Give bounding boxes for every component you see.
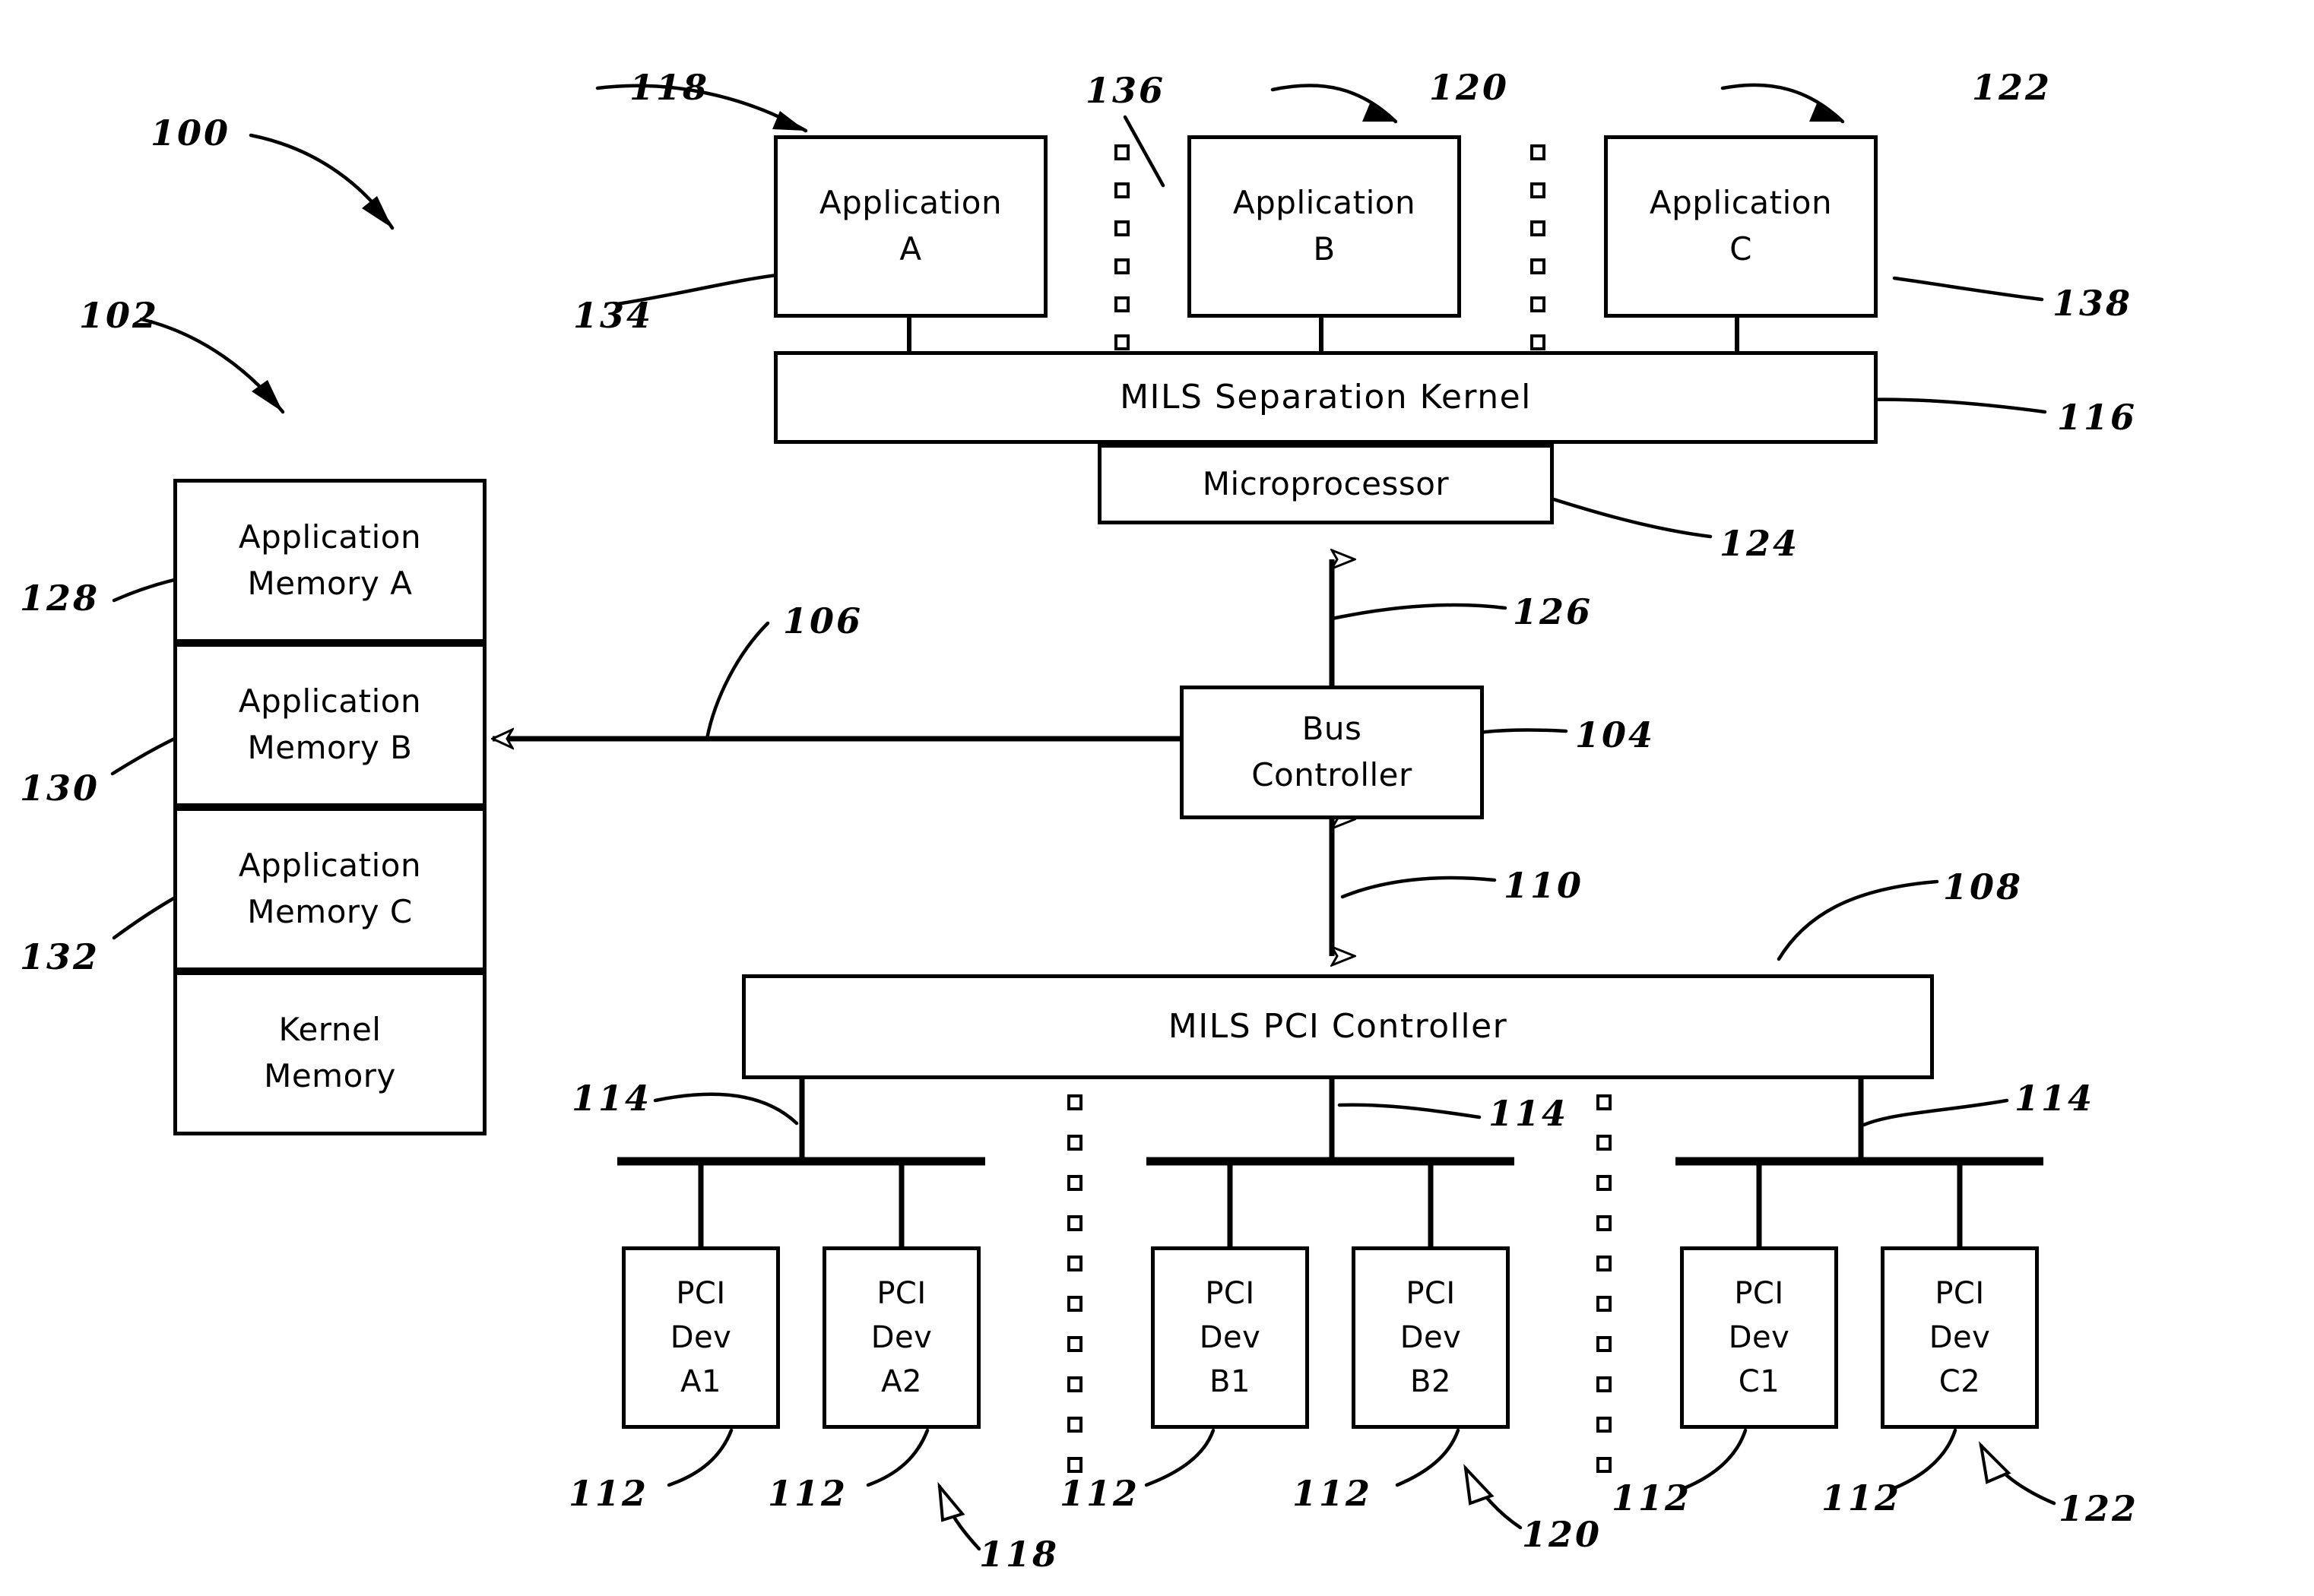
ref-138: 138 — [2052, 283, 2133, 324]
application-memory-b-box[interactable]: Application Memory B — [173, 643, 487, 807]
application-memory-c-box[interactable]: Application Memory C — [173, 807, 487, 971]
application-a-label: Application A — [819, 184, 1003, 268]
pci-dev-b1-label: PCI Dev B1 — [1199, 1276, 1261, 1399]
ref-116: 116 — [2057, 397, 2138, 438]
ref-118-top: 118 — [629, 67, 710, 108]
ref-110: 110 — [1504, 865, 1584, 906]
ref-120-top: 120 — [1429, 67, 1510, 108]
ref-118-bottom: 118 — [979, 1534, 1060, 1575]
ref-136: 136 — [1086, 70, 1166, 111]
ref-106: 106 — [783, 600, 864, 641]
mils-separation-kernel-label: MILS Separation Kernel — [1120, 378, 1532, 417]
kernel-memory-label: Kernel Memory — [264, 1011, 396, 1094]
pci-dev-c2-label: PCI Dev C2 — [1929, 1276, 1991, 1399]
ref-112-b1: 112 — [1060, 1473, 1140, 1514]
ref-126: 126 — [1513, 591, 1593, 632]
kernel-memory-box[interactable]: Kernel Memory — [173, 971, 487, 1135]
separation-column-ab-top — [1114, 144, 1130, 350]
separation-column-bc-top — [1530, 144, 1545, 350]
application-b-label: Application B — [1232, 184, 1416, 268]
ref-122-bottom: 122 — [2059, 1488, 2139, 1529]
mils-pci-controller-label: MILS PCI Controller — [1168, 1007, 1508, 1047]
mils-pci-controller-box[interactable]: MILS PCI Controller — [742, 974, 1934, 1079]
bus-controller-label: Bus Controller — [1251, 710, 1412, 793]
ref-112-c2: 112 — [1821, 1477, 1902, 1518]
separation-column-ab-bottom — [1067, 1094, 1083, 1473]
ref-132: 132 — [20, 936, 100, 977]
ref-128: 128 — [20, 578, 100, 619]
ref-104: 104 — [1575, 714, 1656, 755]
ref-102: 102 — [79, 295, 160, 336]
pci-dev-b2-label: PCI Dev B2 — [1399, 1276, 1462, 1399]
bus-controller-box[interactable]: Bus Controller — [1180, 686, 1484, 819]
mils-separation-kernel-box[interactable]: MILS Separation Kernel — [774, 351, 1878, 444]
application-c-box[interactable]: Application C — [1604, 135, 1878, 318]
microprocessor-box[interactable]: Microprocessor — [1098, 444, 1554, 524]
application-memory-a-label: Application Memory A — [238, 518, 422, 602]
application-b-box[interactable]: Application B — [1187, 135, 1461, 318]
ref-114-left: 114 — [572, 1078, 652, 1119]
pci-dev-b1-box[interactable]: PCI Dev B1 — [1151, 1246, 1309, 1429]
pci-dev-a2-box[interactable]: PCI Dev A2 — [823, 1246, 981, 1429]
ref-114-right: 114 — [2014, 1078, 2095, 1119]
pci-dev-c1-label: PCI Dev C1 — [1728, 1276, 1790, 1399]
ref-124: 124 — [1720, 523, 1800, 564]
microprocessor-label: Microprocessor — [1202, 464, 1450, 502]
ref-114-mid: 114 — [1488, 1093, 1569, 1134]
application-memory-c-label: Application Memory C — [238, 847, 422, 930]
ref-120-bottom: 120 — [1522, 1514, 1602, 1555]
ref-112-a1: 112 — [569, 1473, 649, 1514]
ref-100: 100 — [151, 112, 231, 154]
separation-column-bc-bottom — [1596, 1094, 1612, 1473]
pci-dev-c1-box[interactable]: PCI Dev C1 — [1680, 1246, 1838, 1429]
ref-112-a2: 112 — [768, 1473, 848, 1514]
pci-dev-a1-label: PCI Dev A1 — [670, 1276, 732, 1399]
ref-108: 108 — [1943, 866, 2024, 907]
patent-figure: Application A Application B Application … — [0, 0, 2314, 1596]
ref-130: 130 — [20, 768, 100, 809]
pci-dev-a1-box[interactable]: PCI Dev A1 — [622, 1246, 780, 1429]
pci-dev-c2-box[interactable]: PCI Dev C2 — [1881, 1246, 2039, 1429]
ref-122-top: 122 — [1972, 67, 2052, 108]
pci-dev-b2-box[interactable]: PCI Dev B2 — [1352, 1246, 1510, 1429]
application-c-label: Application C — [1649, 184, 1833, 268]
application-a-box[interactable]: Application A — [774, 135, 1048, 318]
ref-134: 134 — [573, 295, 654, 336]
pci-dev-a2-label: PCI Dev A2 — [870, 1276, 933, 1399]
application-memory-a-box[interactable]: Application Memory A — [173, 479, 487, 643]
ref-112-c1: 112 — [1612, 1477, 1692, 1518]
ref-112-b2: 112 — [1292, 1473, 1373, 1514]
application-memory-b-label: Application Memory B — [238, 682, 422, 766]
